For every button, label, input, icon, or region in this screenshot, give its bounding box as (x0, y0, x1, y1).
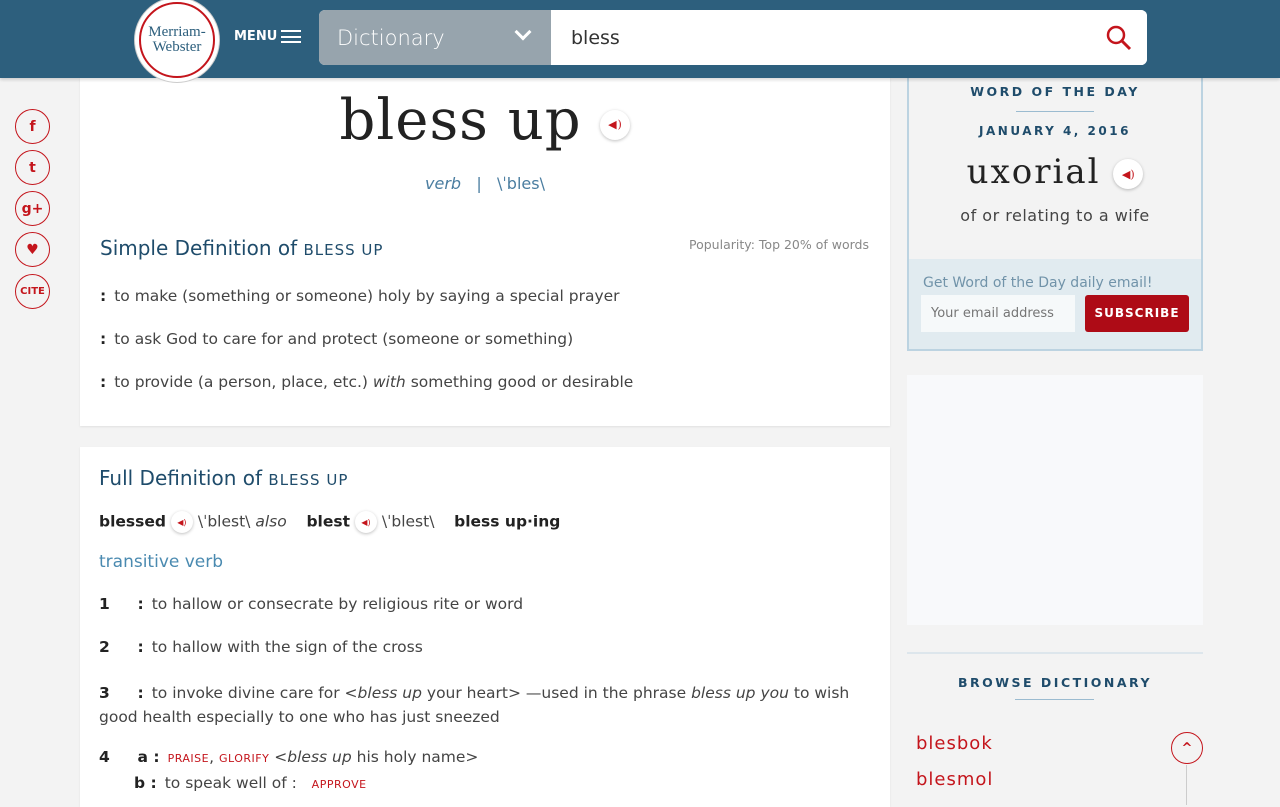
google-plus-share-icon[interactable]: g+ (15, 191, 50, 226)
sense-4b: b : to speak well of : APPROVE (134, 774, 367, 792)
xref-praise[interactable]: PRAISE (168, 752, 210, 765)
chevron-down-icon (514, 23, 532, 41)
part-of-speech[interactable]: verb (425, 174, 461, 193)
scroll-up-chevron-icon[interactable]: ^ (1171, 732, 1203, 764)
sense-4a: 4 a : PRAISE, GLORIFY <bless up his holy … (99, 748, 479, 766)
wotd-definition: of or relating to a wife (960, 206, 1150, 225)
simple-def-1: : to make (something or someone) holy by … (100, 287, 620, 305)
browse-word[interactable]: blesmol (916, 769, 993, 790)
audio-speaker-icon[interactable]: ◀) (170, 511, 193, 533)
entry-meta: verb | \ˈbles\ (425, 174, 545, 193)
wotd-heading: WORD OF THE DAY (970, 84, 1140, 99)
menu-label: MENU (234, 29, 278, 44)
word-of-the-day-box: WORD OF THE DAY JANUARY 4, 2016 uxorial … (907, 70, 1203, 351)
simple-def-3: : to provide (a person, place, etc.) with… (100, 373, 634, 391)
audio-speaker-icon[interactable]: ◀) (354, 511, 377, 533)
email-input[interactable] (921, 295, 1075, 332)
simple-definition-title: Simple Definition of BLESS UP (100, 236, 384, 260)
email-prompt: Get Word of the Day daily email! (923, 275, 1153, 291)
popularity: Popularity: Top 20% of words (689, 237, 869, 252)
browse-dictionary-heading: BROWSE DICTIONARY (957, 675, 1153, 690)
subscribe-button[interactable]: SUBSCRIBE (1085, 295, 1189, 332)
wotd-word[interactable]: uxorial ◀) (909, 152, 1201, 192)
sense-3: 3 : to invoke divine care for <bless up y… (99, 684, 850, 726)
search-input[interactable] (551, 10, 1147, 65)
inflected-forms: blessed ◀) \ˈblest\ also blest ◀) \ˈbles… (99, 511, 560, 533)
ad-slot (907, 375, 1203, 625)
audio-speaker-icon[interactable]: ◀) (1113, 159, 1144, 189)
simple-def-2: : to ask God to care for and protect (som… (100, 330, 574, 348)
wotd-date: JANUARY 4, 2016 (979, 124, 1131, 138)
scroll-track (1186, 765, 1187, 805)
favorite-heart-icon[interactable]: ♥ (15, 232, 50, 267)
search-icon[interactable] (1105, 24, 1133, 52)
sense-1: 1 : to hallow or consecrate by religious … (99, 595, 524, 613)
full-definition-title: Full Definition of BLESS UP (99, 466, 349, 490)
xref-approve[interactable]: APPROVE (312, 778, 367, 791)
wotd-subscribe: Get Word of the Day daily email! SUBSCRI… (909, 259, 1201, 349)
hamburger-icon (281, 30, 302, 43)
full-definition-card: Full Definition of BLESS UP blessed ◀) \… (80, 447, 890, 807)
dictionary-select[interactable]: Dictionary (319, 10, 551, 65)
menu-button[interactable]: MENU (234, 29, 302, 44)
pronunciation: \ˈbles\ (497, 174, 545, 193)
headword: bless up ◀) (80, 88, 890, 153)
twitter-share-icon[interactable]: t (15, 150, 50, 185)
search-bar: Dictionary (319, 10, 1147, 65)
cite-button[interactable]: CITE (15, 274, 50, 309)
merriam-webster-logo[interactable]: Merriam- Webster (135, 0, 219, 82)
browse-word[interactable]: blesbok (916, 733, 993, 754)
sense-2: 2 : to hallow with the sign of the cross (99, 638, 423, 656)
xref-glorify[interactable]: GLORIFY (219, 752, 269, 765)
facebook-share-icon[interactable]: f (15, 109, 50, 144)
audio-speaker-icon[interactable]: ◀) (600, 109, 631, 140)
divider (907, 652, 1203, 654)
functional-label: transitive verb (99, 552, 224, 572)
simple-definition-card: bless up ◀) verb | \ˈbles\ Simple Defini… (80, 78, 890, 426)
